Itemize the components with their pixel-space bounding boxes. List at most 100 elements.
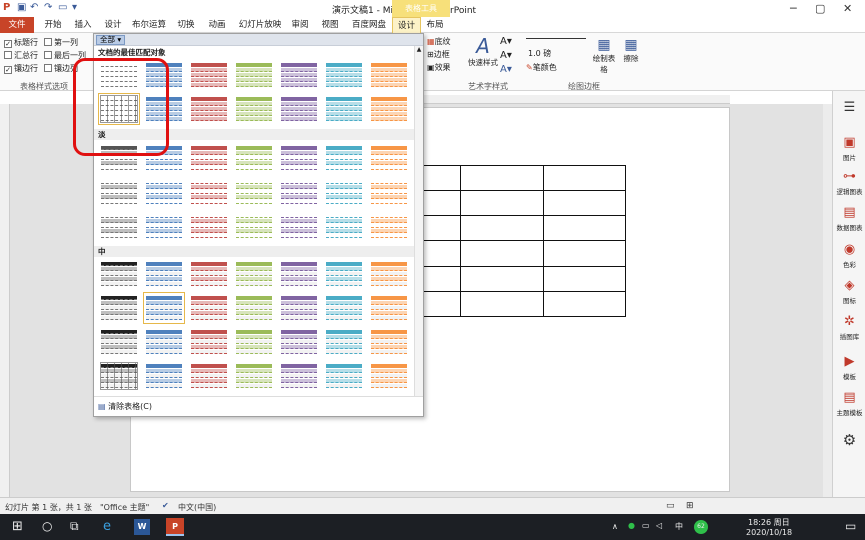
tab-design[interactable]: 设计 [101, 17, 125, 33]
table-style-tile[interactable] [145, 260, 183, 288]
table-style-tile[interactable] [145, 178, 183, 206]
tab-file[interactable]: 文件 [0, 17, 34, 33]
pane-item-icons[interactable]: ◈ 图标 [833, 279, 865, 306]
table-style-tile[interactable] [370, 144, 408, 172]
tab-view[interactable]: 视图 [318, 17, 342, 33]
tab-transitions[interactable]: 切换 [174, 17, 198, 33]
table-cell[interactable] [460, 240, 544, 267]
tray-chevron-icon[interactable]: ∧ [612, 522, 618, 531]
text-effects-icon[interactable]: A▾ [500, 64, 512, 75]
pane-item-theme-templates[interactable]: ▤ 主题模板 [833, 391, 865, 418]
first-column-checkbox[interactable]: 第一列 [44, 37, 78, 48]
header-row-checkbox[interactable]: ✓ 标题行 [4, 37, 38, 48]
table-style-tile[interactable] [325, 178, 363, 206]
table-cell[interactable] [542, 290, 627, 318]
language-indicator[interactable]: 中文(中国) [178, 502, 216, 513]
pen-style-line[interactable] [526, 38, 586, 39]
powerpoint-app-icon[interactable]: P [166, 518, 184, 536]
table-style-tile[interactable] [325, 144, 363, 172]
table-style-tile[interactable] [370, 212, 408, 240]
table-style-tile[interactable] [235, 95, 273, 123]
table-style-tile[interactable] [370, 61, 408, 89]
quick-access-icon[interactable]: ▭ [58, 2, 67, 13]
table-cell[interactable] [542, 215, 627, 242]
table-style-tile[interactable] [370, 328, 408, 356]
table-style-tile[interactable] [280, 178, 318, 206]
action-center-icon[interactable]: ▭ [845, 519, 856, 533]
table-style-tile[interactable] [325, 328, 363, 356]
pane-menu-icon[interactable]: ☰ [833, 101, 865, 117]
table-style-tile[interactable] [280, 328, 318, 356]
pane-item-illustrations[interactable]: ✲ 插图库 [833, 315, 865, 342]
customize-quick-access-icon[interactable]: ▾ [72, 2, 77, 13]
normal-view-icon[interactable]: ▭ [666, 501, 675, 511]
volume-icon[interactable]: ◁ [656, 521, 662, 530]
wechat-icon[interactable]: ● [628, 521, 635, 530]
table-style-tile[interactable] [325, 212, 363, 240]
table-style-tile[interactable] [190, 144, 228, 172]
table-cell[interactable] [460, 290, 544, 318]
maximize-icon[interactable]: ▢ [815, 2, 825, 15]
table-style-tile[interactable] [280, 362, 318, 390]
tab-baidu-netdisk[interactable]: 百度网盘 [349, 17, 389, 33]
search-icon[interactable]: ○ [42, 519, 52, 533]
text-outline-icon[interactable]: A▾ [500, 50, 512, 61]
windows-start-icon[interactable]: ⊞ [12, 519, 23, 534]
table-cell[interactable] [460, 215, 544, 242]
tab-animations[interactable]: 动画 [205, 17, 229, 33]
borders-button[interactable]: ⊞边框 [427, 49, 450, 60]
pen-weight-dropdown[interactable]: 1.0 磅 [528, 48, 551, 59]
gallery-scrollbar[interactable]: ▲ ▼ [414, 46, 423, 406]
filter-dropdown[interactable]: 全部 ▾ [96, 35, 126, 45]
banded-rows-checkbox[interactable]: ✓ 镶边行 [4, 63, 38, 74]
total-row-checkbox[interactable]: 汇总行 [4, 50, 38, 61]
minimize-icon[interactable]: ─ [790, 2, 797, 15]
table-style-tile[interactable] [100, 178, 138, 206]
table-style-tile[interactable] [100, 328, 138, 356]
table-style-tile[interactable] [190, 95, 228, 123]
table-cell[interactable] [542, 164, 627, 192]
table-style-tile[interactable] [190, 61, 228, 89]
edge-browser-icon[interactable]: e [103, 519, 111, 534]
table-style-tile[interactable] [100, 294, 138, 322]
table-style-tile[interactable] [280, 95, 318, 123]
clear-table-button[interactable]: ▤ 清除表格(C) [98, 401, 152, 412]
table-style-tile[interactable] [190, 328, 228, 356]
table-style-tile[interactable] [235, 328, 273, 356]
table-style-tile[interactable] [370, 95, 408, 123]
table-cell[interactable] [460, 190, 544, 217]
table-cell[interactable] [460, 265, 544, 292]
table-style-tile[interactable] [325, 61, 363, 89]
table-cell[interactable] [542, 240, 627, 267]
redo-icon[interactable]: ↷ [44, 2, 52, 13]
table-style-tile[interactable] [370, 362, 408, 390]
table-style-tile[interactable] [325, 95, 363, 123]
tab-home[interactable]: 开始 [41, 17, 65, 33]
text-fill-icon[interactable]: A▾ [500, 36, 512, 47]
table-style-tile[interactable] [100, 260, 138, 288]
table-style-tile[interactable] [190, 260, 228, 288]
undo-icon[interactable]: ↶ [30, 2, 38, 13]
table-cell[interactable] [460, 164, 544, 192]
sorter-view-icon[interactable]: ⊞ [686, 501, 694, 511]
pane-item-pictures[interactable]: ▣ 图片 [833, 136, 865, 163]
table-style-tile[interactable] [280, 294, 318, 322]
table-style-tile[interactable] [370, 294, 408, 322]
pane-item-logic-charts[interactable]: ⊶ 逻辑图表 [833, 170, 865, 197]
table-style-tile[interactable] [235, 260, 273, 288]
table-style-tile[interactable] [235, 178, 273, 206]
table-style-tile[interactable] [280, 144, 318, 172]
table-style-tile[interactable] [370, 178, 408, 206]
tab-boolean[interactable]: 布尔运算 [131, 17, 167, 33]
vertical-scrollbar[interactable] [823, 104, 832, 497]
table-style-tile[interactable] [145, 328, 183, 356]
pane-item-templates[interactable]: ▶ 模板 [833, 355, 865, 382]
network-icon[interactable]: ▭ [642, 521, 650, 530]
table-style-tile[interactable] [235, 144, 273, 172]
shading-button[interactable]: ▦底纹 [427, 36, 451, 47]
table-style-tile[interactable] [280, 61, 318, 89]
table-style-tile[interactable] [190, 212, 228, 240]
table-style-tile[interactable] [100, 362, 138, 390]
table-style-tile[interactable] [190, 362, 228, 390]
pen-color-button[interactable]: ✎笔颜色 [526, 62, 557, 73]
